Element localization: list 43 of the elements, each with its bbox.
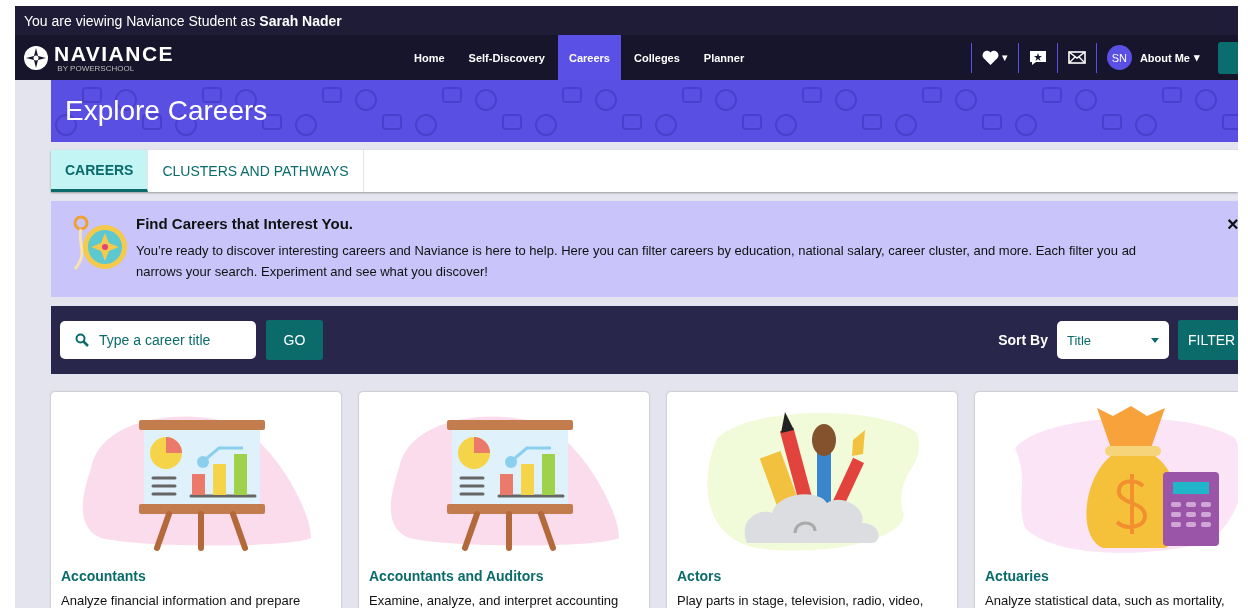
caret-icon: ▾ — [1194, 51, 1200, 64]
career-card[interactable]: Accountants Analyze financial information and prepare — [51, 392, 341, 608]
mail-icon[interactable] — [1067, 51, 1086, 64]
nav-link[interactable]: Colleges — [623, 35, 691, 80]
avatar[interactable]: SN — [1106, 45, 1132, 70]
search-icon — [75, 333, 89, 347]
compass-logo-icon — [23, 44, 49, 71]
info-title: Find Careers that Interest You. — [136, 215, 354, 232]
heart-icon — [981, 50, 999, 65]
career-description: Play parts in stage, television, radio, video, — [677, 593, 925, 608]
career-description: Analyze financial information and prepare — [61, 593, 302, 608]
message-icon[interactable] — [1028, 49, 1047, 66]
career-title-link[interactable]: Actuaries — [985, 568, 1049, 584]
career-title-link[interactable]: Actors — [677, 568, 722, 584]
nav-link[interactable]: Home — [403, 35, 456, 80]
filter-button[interactable]: FILTER — [1178, 320, 1238, 360]
info-text: You’re ready to discover interesting careers and Naviance is here to help. Here you can filter careers by education, national salary, career cluster, and more. Each filter you ad narrows your search. Experiment and see what you discover! — [136, 242, 1137, 281]
page-title: Explore Careers — [65, 95, 268, 127]
sort-dropdown[interactable]: Title — [1057, 321, 1169, 359]
logo-tagline: BY POWERSCHOOL — [57, 63, 135, 73]
caret-icon: ▾ — [1001, 51, 1008, 64]
dropdown-caret-icon — [1151, 337, 1159, 343]
nav-link[interactable]: Planner — [692, 35, 756, 80]
sort-label: Sort By — [998, 332, 1048, 348]
career-description: Analyze statistical data, such as mortality, — [985, 593, 1226, 608]
career-card[interactable]: Actors Play parts in stage, television, radio, video, — [667, 392, 957, 608]
career-card[interactable]: Actuaries Analyze statistical data, such as mortality, — [975, 392, 1238, 608]
nav-link[interactable]: Careers — [558, 35, 621, 80]
profile-menu[interactable]: About Me — [1139, 51, 1190, 64]
career-description: Examine, analyze, and interpret accounting — [369, 593, 620, 608]
career-title-link[interactable]: Accountants — [61, 568, 146, 584]
career-title-link[interactable]: Accountants and Auditors — [369, 568, 544, 584]
career-card[interactable]: Accountants and Auditors Examine, analyze, and interpret accounting — [359, 392, 649, 608]
action-button[interactable] — [1218, 41, 1238, 74]
nav-link[interactable]: Self-Discovery — [457, 35, 556, 80]
go-button[interactable]: GO — [266, 320, 323, 360]
tab[interactable]: CAREERS — [51, 150, 149, 192]
tab[interactable]: CLUSTERS AND PATHWAYS — [148, 150, 364, 192]
logo-wordmark: NAVIANCE — [54, 42, 175, 64]
viewing-notice: You are viewing Naviance Student as Sarah Nader — [24, 12, 342, 29]
search-field[interactable]: Type a career title — [60, 321, 256, 359]
close-button[interactable]: × — [1227, 213, 1238, 236]
favorites-button[interactable]: ▾ — [981, 50, 1008, 65]
